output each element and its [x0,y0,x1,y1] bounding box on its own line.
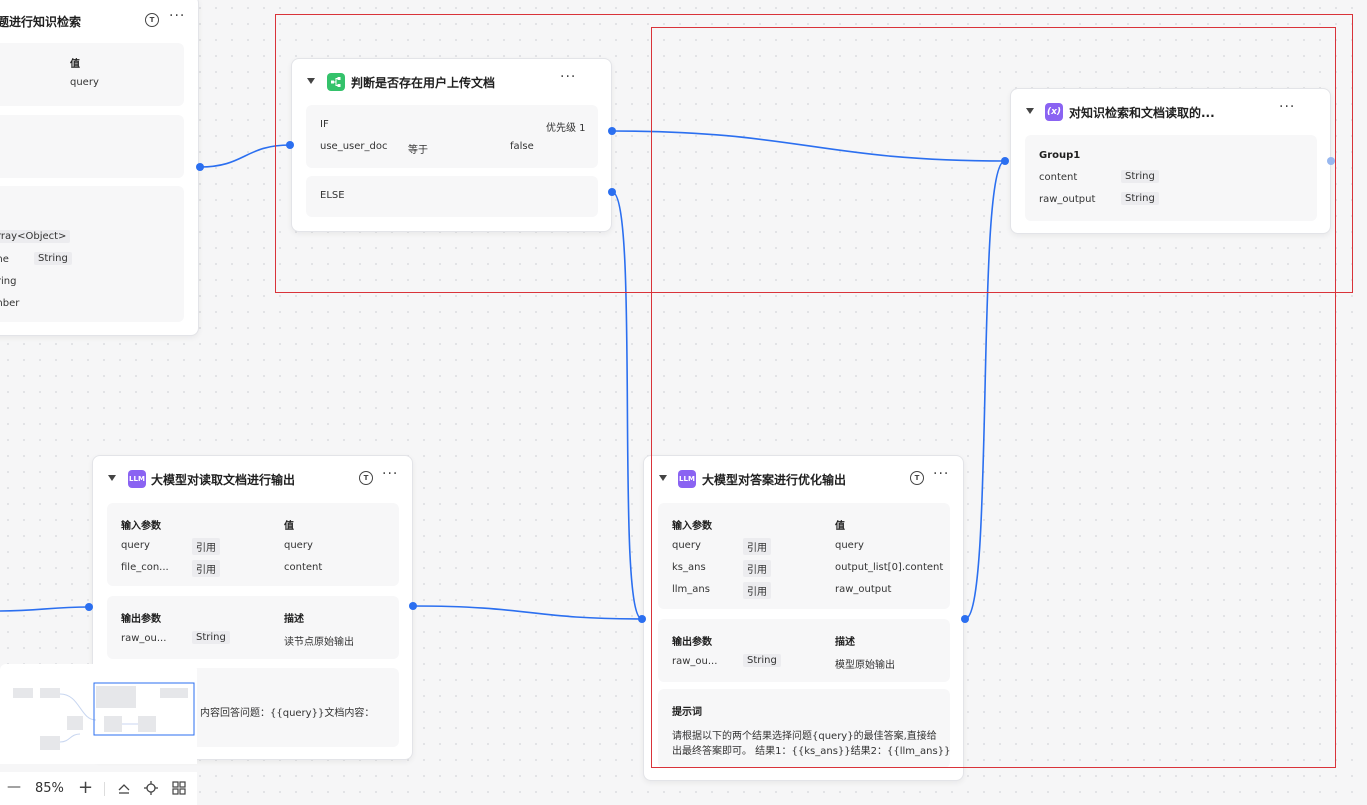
text-mode-icon[interactable]: T [359,471,373,485]
output-header: 输出参数 [121,614,161,625]
fit-view-icon[interactable] [117,781,131,798]
input-port[interactable] [638,615,646,623]
wire-offscreen-to-llm-doc [0,606,90,612]
output-name: raw_ou... [121,633,167,644]
node-title: 题进行知识检索 [0,15,82,29]
zoom-level[interactable]: 85% [35,781,64,796]
zoom-in-button[interactable]: + [78,777,93,798]
prompt-text: 内容回答问题：{{query}}文档内容： [200,708,375,719]
input-value: query [284,540,313,551]
desc-header: 描述 [284,614,304,625]
output-panel: 输出参数 描述 raw_ou... String 读节点原始输出 [107,596,399,659]
input-value: query [70,77,99,88]
locate-icon[interactable] [144,781,158,798]
field-name: me [0,254,9,265]
value-header: 值 [284,521,294,532]
type-tag: rray<Object> [0,230,71,243]
llm-icon: LLM [128,470,146,488]
input-panel: 输入参数 值 query 引用 query file_con... 引用 con… [107,503,399,586]
type-tag: String [34,252,72,265]
input-value: content [284,562,323,573]
ref-tag: 引用 [192,538,220,555]
canvas-toolbar: — 85% + [0,772,197,805]
input-panel: 值 query [0,43,184,106]
output-panel [0,115,184,178]
type-tag: String [192,631,230,644]
output-desc: 读节点原始输出 [284,637,354,648]
zoom-out-button[interactable]: — [7,779,21,795]
input-header: 输入参数 [121,521,161,532]
minimap[interactable] [0,664,197,764]
ref-tag: 引用 [192,560,220,577]
input-name: query [121,540,150,551]
more-icon[interactable]: ··· [382,466,398,482]
type-text: tring [0,276,17,287]
selection-box-right [651,27,1336,768]
type-text: mber [0,298,20,309]
collapse-icon[interactable] [108,475,116,481]
input-name: file_con... [121,562,169,573]
input-port[interactable] [85,603,93,611]
toolbar-divider [104,782,105,796]
knowledge-search-node[interactable]: 题进行知识检索 T ··· 值 query rray<Object> me St… [0,0,199,336]
output-list-panel: rray<Object> me String tring mber [0,186,184,322]
text-mode-icon[interactable]: T [145,13,159,27]
output-port[interactable] [409,602,417,610]
layout-grid-icon[interactable] [172,781,186,798]
value-header: 值 [70,59,80,70]
node-title: 大模型对读取文档进行输出 [151,473,296,487]
output-port[interactable] [196,163,204,171]
wire-llm-doc-to-llm-opt [412,605,643,620]
more-icon[interactable]: ··· [169,8,185,24]
